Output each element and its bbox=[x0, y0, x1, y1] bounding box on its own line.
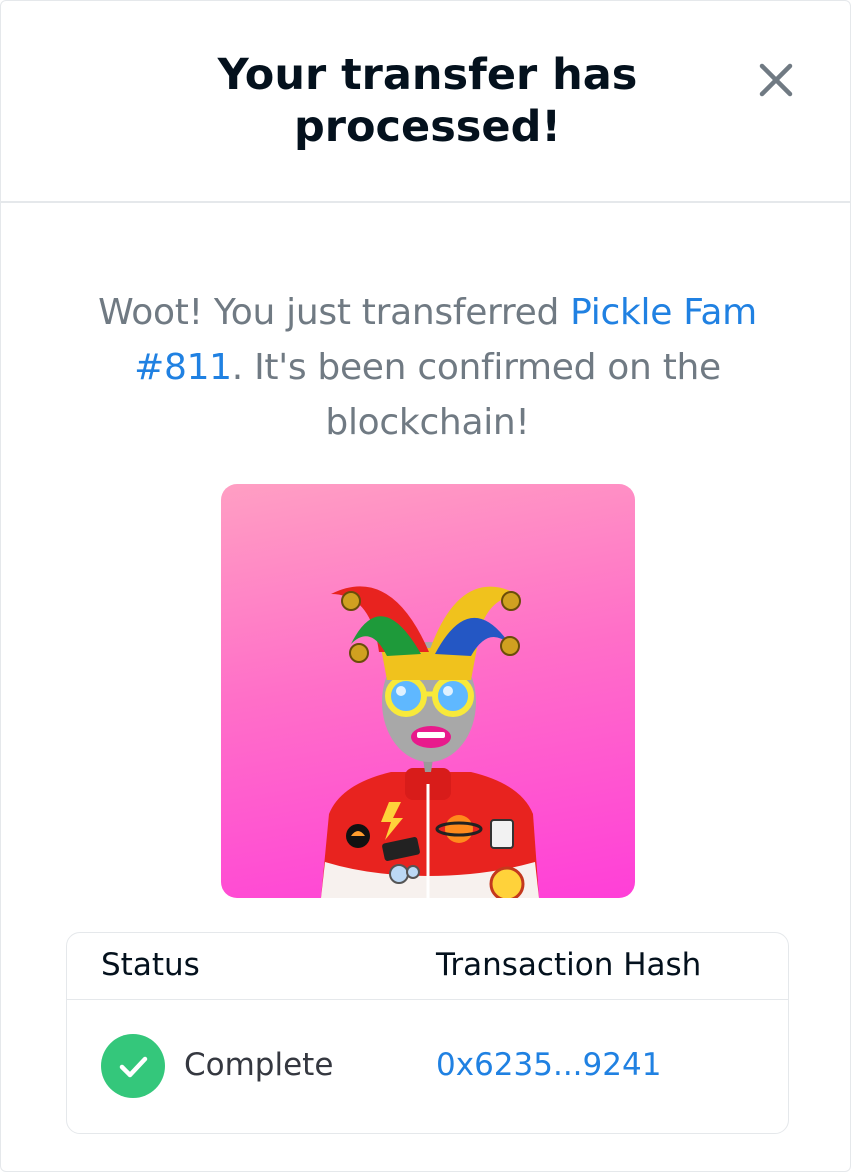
table-header: Status Transaction Hash bbox=[67, 933, 788, 1000]
modal-title: Your transfer has processed! bbox=[217, 50, 638, 152]
message-suffix: . It's been confirmed on the blockchain! bbox=[231, 347, 721, 443]
message-prefix: Woot! You just transferred bbox=[98, 292, 571, 333]
transaction-table: Status Transaction Hash Complete 0x6235.… bbox=[66, 932, 789, 1134]
modal-header: Your transfer has processed! bbox=[1, 1, 850, 203]
close-icon bbox=[759, 63, 793, 97]
confirmation-message: Woot! You just transferred Pickle Fam #8… bbox=[71, 285, 784, 450]
transfer-modal: Your transfer has processed! Woot! You j… bbox=[0, 0, 851, 1172]
status-header: Status bbox=[101, 947, 200, 983]
close-button[interactable] bbox=[753, 57, 799, 103]
transaction-hash-link[interactable]: 0x6235...9241 bbox=[436, 1047, 661, 1083]
nft-image bbox=[221, 484, 635, 898]
check-icon bbox=[101, 1034, 165, 1098]
status-value: Complete bbox=[184, 1047, 334, 1083]
transaction-hash-header: Transaction Hash bbox=[436, 947, 702, 983]
nft-jester-avatar bbox=[321, 586, 539, 898]
